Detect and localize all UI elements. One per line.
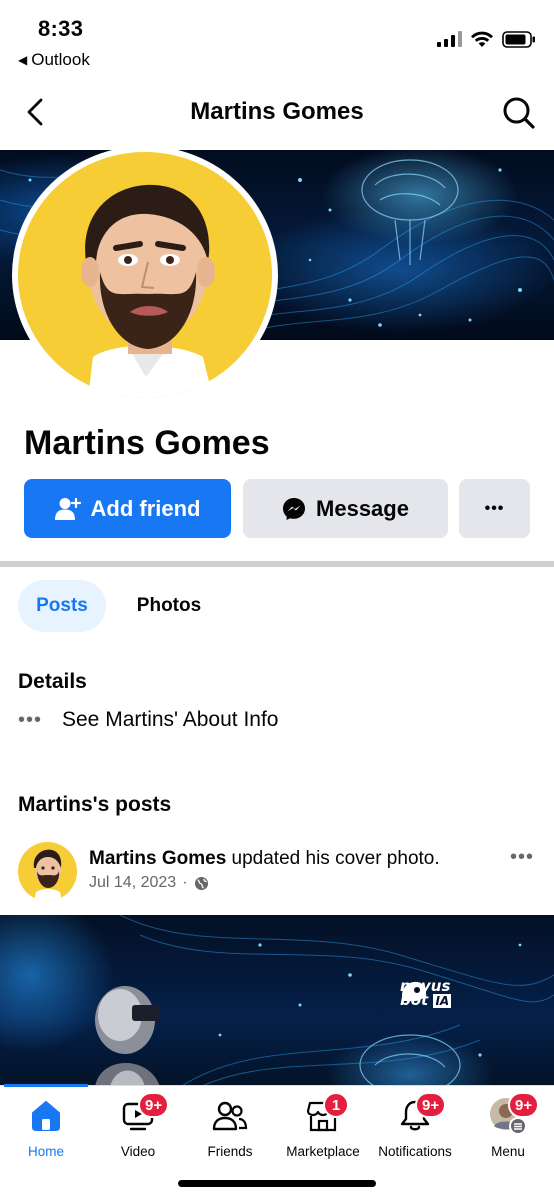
novus-bot-logo: novus bot IA <box>400 979 452 1008</box>
home-icon <box>32 1101 60 1131</box>
about-info-label: See Martins' About Info <box>62 708 279 731</box>
post-date[interactable]: Jul 14, 2023 <box>89 874 176 892</box>
details-heading: Details <box>18 670 87 693</box>
nav-marketplace[interactable]: 1 Marketplace <box>277 1092 369 1166</box>
notifications-badge: 9+ <box>415 1092 447 1118</box>
status-time: 8:33 <box>38 16 84 41</box>
posts-heading: Martins's posts <box>18 793 172 816</box>
more-dots-icon: ••• <box>18 708 43 731</box>
messenger-icon <box>283 497 306 520</box>
add-friend-button[interactable]: Add friend <box>24 479 231 538</box>
post-meta: Jul 14, 2023 · <box>89 874 209 892</box>
profile-name: Martins Gomes <box>24 424 270 462</box>
system-icons <box>437 30 536 48</box>
search-icon <box>503 97 535 129</box>
section-divider <box>0 561 554 567</box>
battery-icon <box>502 30 535 48</box>
nav-notifications[interactable]: 9+ Notifications <box>369 1092 461 1166</box>
nav-notifications-label: Notifications <box>378 1144 452 1159</box>
post-avatar-caricature <box>33 849 62 901</box>
message-button[interactable]: Message <box>243 479 448 538</box>
tab-photos-label: Photos <box>136 595 202 616</box>
post-options-button[interactable]: ••• <box>510 846 534 869</box>
marketplace-badge: 1 <box>323 1092 349 1118</box>
nav-menu[interactable]: 9+ Menu <box>462 1092 554 1166</box>
nav-friends[interactable]: Friends <box>184 1096 276 1166</box>
friends-icon <box>212 1101 248 1131</box>
post-author-name[interactable]: Martins Gomes <box>89 848 226 869</box>
back-to-app-link[interactable]: ◀ Outlook <box>18 50 90 70</box>
message-label: Message <box>316 495 409 521</box>
tab-posts-label: Posts <box>36 595 88 616</box>
post-headline: Martins Gomes updated his cover photo. <box>89 848 440 870</box>
more-options-button[interactable]: ••• <box>459 479 530 538</box>
novus-logo-suffix: IA <box>433 994 452 1008</box>
add-friend-icon <box>54 497 81 520</box>
profile-avatar[interactable] <box>18 152 272 398</box>
add-friend-label: Add friend <box>90 495 201 521</box>
globe-icon <box>194 876 208 890</box>
back-triangle-icon: ◀ <box>18 53 28 67</box>
profile-header: Martins Gomes <box>0 80 554 144</box>
post-action-text: updated his cover photo. <box>226 848 440 869</box>
wifi-icon <box>471 31 493 47</box>
more-dots-icon: ••• <box>484 499 505 517</box>
nav-video[interactable]: 9+ Video <box>92 1092 184 1166</box>
nav-friends-label: Friends <box>207 1144 253 1159</box>
page-title: Martins Gomes <box>190 98 364 125</box>
status-bar: 8:33 ◀ Outlook <box>0 0 554 78</box>
video-badge: 9+ <box>138 1092 170 1118</box>
about-info-link[interactable]: ••• See Martins' About Info <box>18 708 278 732</box>
nav-video-label: Video <box>120 1144 156 1159</box>
post-cover-image[interactable]: novus bot IA <box>0 915 554 1087</box>
signal-icon <box>437 31 462 47</box>
avatar-caricature <box>81 184 215 398</box>
robot-figure <box>95 986 160 1087</box>
nav-marketplace-label: Marketplace <box>286 1144 360 1159</box>
home-indicator[interactable] <box>178 1180 376 1187</box>
search-button[interactable] <box>500 94 538 132</box>
active-tab-indicator <box>4 1084 88 1087</box>
meta-separator: · <box>182 874 188 891</box>
novus-logo-mark-icon <box>402 981 427 1002</box>
post-image-art <box>95 915 554 1087</box>
post-author-avatar[interactable] <box>18 842 77 901</box>
tab-photos[interactable]: Photos <box>120 580 218 632</box>
back-app-label: Outlook <box>31 50 90 69</box>
nav-menu-label: Menu <box>491 1144 525 1159</box>
nav-home-label: Home <box>27 1144 64 1159</box>
tab-posts[interactable]: Posts <box>18 580 106 632</box>
nav-home[interactable]: Home <box>0 1096 92 1166</box>
menu-badge: 9+ <box>508 1092 540 1118</box>
